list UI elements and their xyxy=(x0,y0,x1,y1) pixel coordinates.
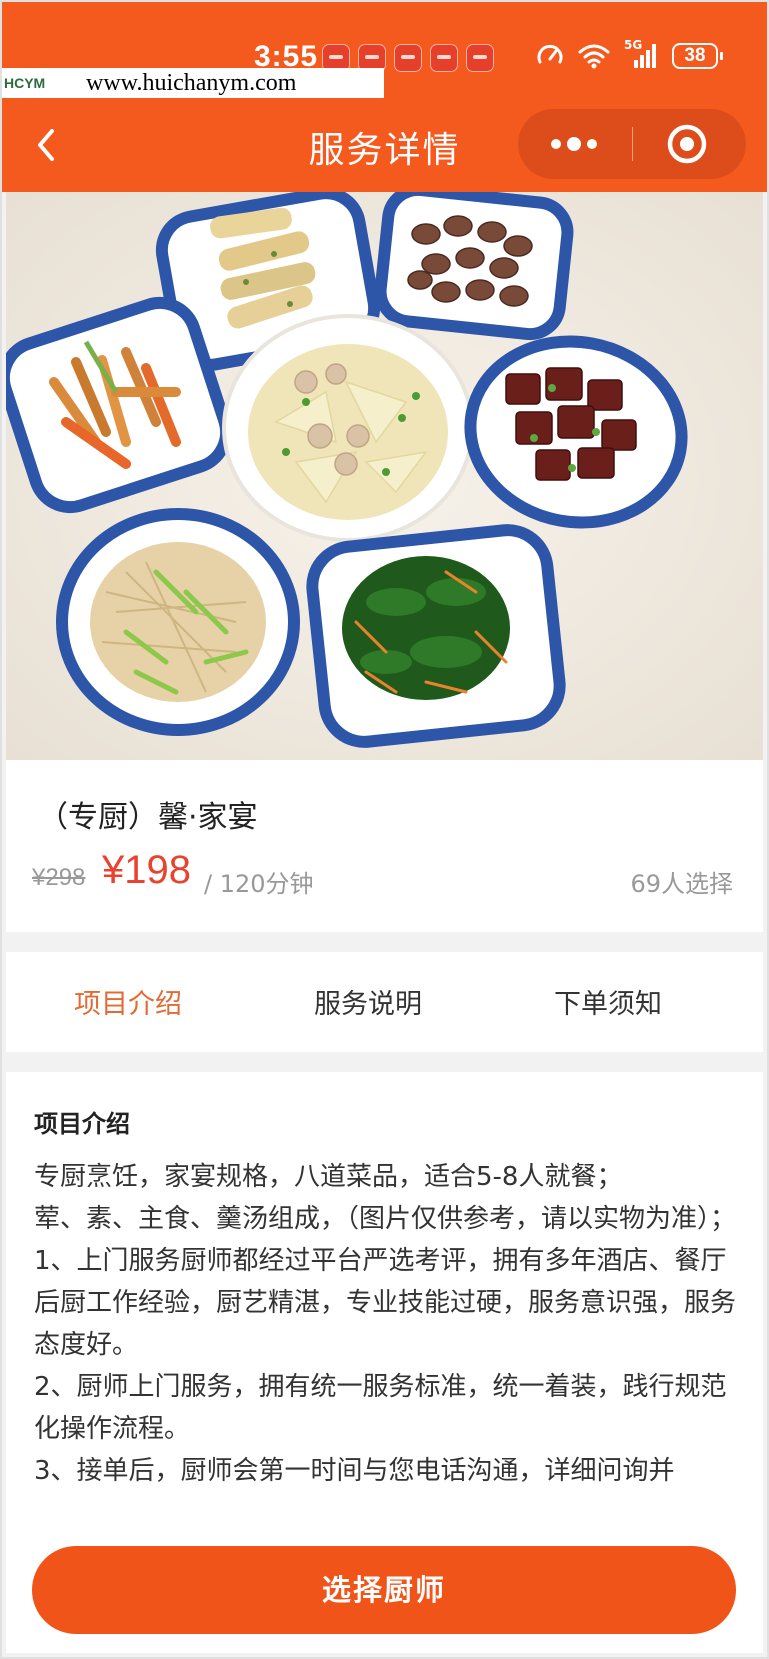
product-photo[interactable] xyxy=(6,192,763,760)
target-circle-icon xyxy=(667,124,707,164)
tab-project-intro[interactable]: 项目介绍 xyxy=(28,982,228,1021)
selected-count: 69人选择 xyxy=(630,870,733,898)
huawei-app-icon xyxy=(466,44,494,72)
watermark: HCYM www.huichanym.com xyxy=(0,68,384,98)
service-duration: / 120分钟 xyxy=(204,870,314,898)
product-info: （专厨）馨·家宴 ¥298 ¥198 / 120分钟 69人选择 xyxy=(6,760,763,932)
bottom-bar: 选择厨师 xyxy=(6,1522,763,1653)
paragraph: 3、接单后，厨师会第一时间与您电话沟通，详细问询并 xyxy=(34,1456,675,1486)
dish-tofu-skin-shreds xyxy=(56,508,300,736)
huawei-app-icon xyxy=(394,44,422,72)
huawei-app-icon xyxy=(430,44,458,72)
content-panel: 项目介绍 专厨烹饪，家宴规格，八道菜品，适合5-8人就餐； 荤、素、主食、羹汤组… xyxy=(6,1072,763,1522)
cellular-signal-icon: 5G xyxy=(624,38,658,70)
tab-bar: 项目介绍 服务说明 下单须知 xyxy=(6,952,763,1052)
choose-chef-button[interactable]: 选择厨师 xyxy=(32,1546,736,1634)
paragraph: 荤、素、主食、羹汤组成，（图片仅供参考，请以实物为准）； xyxy=(34,1204,737,1234)
system-icons: 5G 38 xyxy=(536,38,723,70)
watermark-url: www.huichanym.com xyxy=(86,69,297,96)
paragraph: 1、上门服务厨师都经过平台严选考评，拥有多年酒店、餐厅后厨工作经验，厨艺精湛，专… xyxy=(34,1246,737,1360)
battery-indicator: 38 xyxy=(672,43,723,69)
original-price: ¥298 xyxy=(32,864,86,891)
tab-order-notice[interactable]: 下单须知 xyxy=(508,982,708,1021)
more-dots-icon xyxy=(551,137,597,151)
more-button[interactable] xyxy=(518,109,632,179)
section-heading: 项目介绍 xyxy=(34,1110,130,1138)
header: 3:55 5G 38 HCYM www.huichanym.com 服务详情 xyxy=(0,0,769,192)
miniprogram-capsule xyxy=(518,109,746,179)
tab-service-description[interactable]: 服务说明 xyxy=(268,982,468,1021)
wifi-icon xyxy=(578,44,610,69)
dish-winter-melon-soup xyxy=(222,314,474,542)
product-title: （专厨）馨·家宴 xyxy=(38,800,258,835)
watermark-logo: HCYM xyxy=(4,75,46,91)
close-miniprogram-button[interactable] xyxy=(633,109,746,179)
current-price: ¥198 xyxy=(102,848,191,892)
paragraph: 2、厨师上门服务，拥有统一服务标准，统一着装，践行规范化操作流程。 xyxy=(34,1372,727,1444)
dish-spinach-carrot xyxy=(306,524,566,748)
navbar: 服务详情 xyxy=(0,105,769,185)
dish-sausage xyxy=(374,192,574,341)
paragraph: 专厨烹饪，家宴规格，八道菜品，适合5-8人就餐； xyxy=(34,1162,623,1192)
speed-icon xyxy=(537,44,563,64)
section-body: 专厨烹饪，家宴规格，八道菜品，适合5-8人就餐； 荤、素、主食、羹汤组成，（图片… xyxy=(34,1156,740,1492)
